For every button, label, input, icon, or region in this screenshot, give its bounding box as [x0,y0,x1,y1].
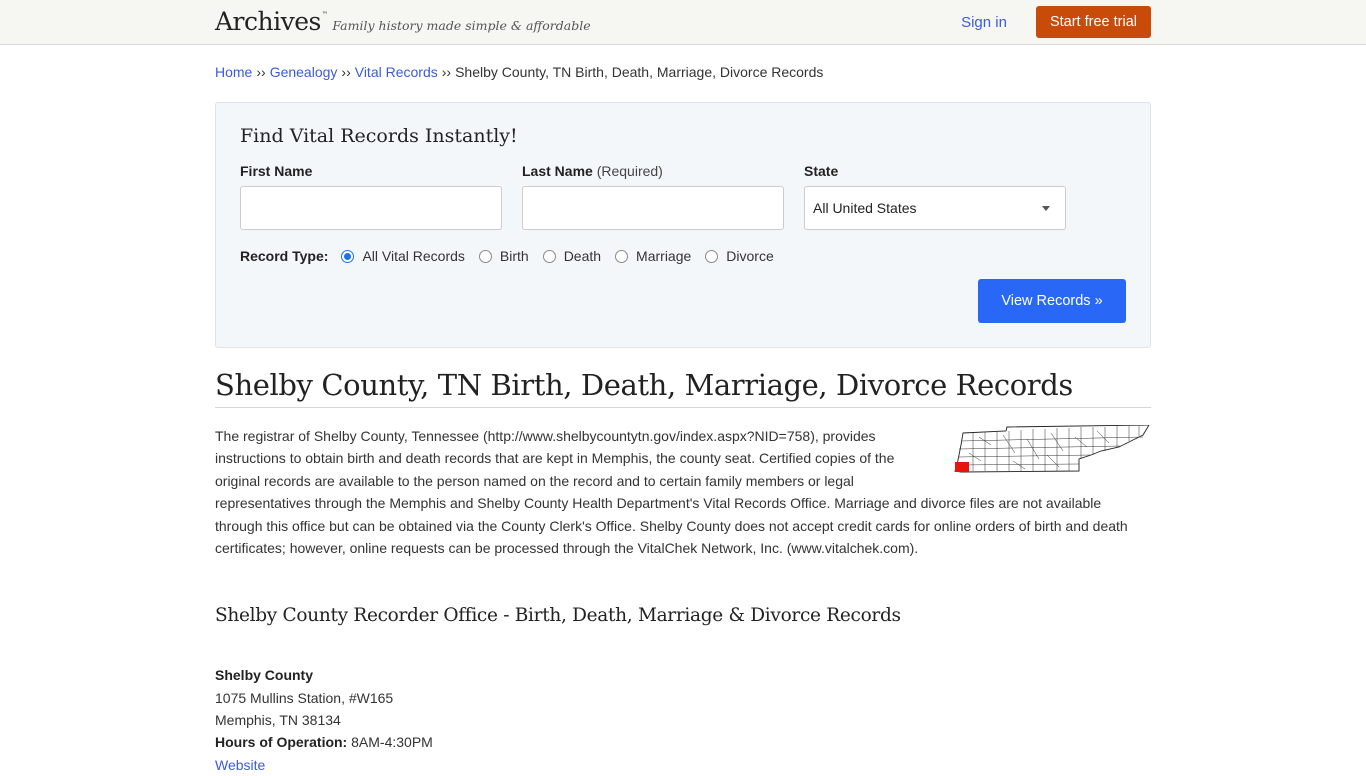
hours-label: Hours of Operation: [215,734,348,751]
radio-birth[interactable]: Birth [478,248,529,264]
section-title: Shelby County Recorder Office - Birth, D… [215,605,901,627]
chevron-down-icon [1042,205,1050,211]
radio-all-vital-records[interactable]: All Vital Records [341,248,465,264]
office-details: Shelby County 1075 Mullins Station, #W16… [215,664,1151,775]
trademark: ™ [321,10,328,18]
state-selected-value: All United States [813,200,917,216]
start-free-trial-button[interactable]: Start free trial [1035,6,1151,38]
first-name-label-text: First Name [240,163,313,179]
last-name-label-text: Last Name [522,163,593,179]
radio-marriage[interactable]: Marriage [615,248,691,264]
radio-label: Divorce [726,248,774,264]
radio-button[interactable] [705,249,719,263]
radio-button[interactable] [615,249,629,263]
radio-button[interactable] [542,249,556,263]
radio-button-checked[interactable] [341,249,355,263]
state-label: State [804,163,1066,179]
view-records-button[interactable]: View Records » [978,279,1126,323]
search-panel: Find Vital Records Instantly! First Name… [215,102,1151,348]
breadcrumb-current: Shelby County, TN Birth, Death, Marriage… [455,64,824,80]
radio-label: Marriage [636,248,692,264]
nav-actions: Sign in Start free trial [961,6,1151,38]
state-group: State All United States [804,163,1066,230]
breadcrumb-home[interactable]: Home [215,64,252,80]
first-name-label: First Name [240,163,502,179]
radio-label: Birth [499,248,529,264]
radio-button[interactable] [478,249,492,263]
breadcrumb: Home ›› Genealogy ›› Vital Records ›› Shelby C… [215,64,1151,80]
sign-in-link[interactable]: Sign in [961,14,1007,31]
last-name-group: Last Name (Required) [522,163,784,230]
first-name-input[interactable] [240,186,502,230]
radio-label: All Vital Records [362,248,465,264]
required-note: (Required) [596,163,663,179]
search-fields: First Name Last Name (Required) State Al… [240,163,1126,230]
radio-label: Death [563,248,602,264]
office-address-line2: Memphis, TN 38134 [215,712,341,729]
office-website-link[interactable]: Website [215,757,265,773]
main-container: Home ›› Genealogy ›› Vital Records ›› Shelby C… [215,64,1151,776]
tagline: Family history made simple & affordable [332,17,591,33]
record-type-label: Record Type: [240,248,329,264]
breadcrumb-genealogy[interactable]: Genealogy [270,64,338,80]
brand[interactable]: Archives™ Family history made simple & a… [215,6,591,36]
first-name-group: First Name [240,163,502,230]
state-select[interactable]: All United States [804,186,1066,230]
breadcrumb-separator: ›› [341,64,351,80]
hours-value: 8AM-4:30PM [351,734,433,751]
logo-text: Archives [215,6,321,36]
intro-paragraph: The registrar of Shelby County, Tennesse… [215,425,1151,559]
office-hours: Hours of Operation: 8AM-4:30PM [215,731,1151,753]
office-name: Shelby County [215,667,314,684]
search-title: Find Vital Records Instantly! [240,125,518,147]
page-title: Shelby County, TN Birth, Death, Marriage… [215,368,1151,408]
breadcrumb-separator: ›› [441,64,452,80]
tennessee-map-icon [954,425,1150,473]
office-address-line1: 1075 Mullins Station, #W165 [215,689,394,706]
breadcrumb-vital-records[interactable]: Vital Records [355,64,438,80]
last-name-input[interactable] [522,186,784,230]
state-label-text: State [804,163,839,179]
record-type-group: Record Type: All Vital Records Birth Dea… [240,248,1126,264]
radio-divorce[interactable]: Divorce [705,248,774,264]
last-name-label: Last Name (Required) [522,163,784,179]
top-navbar: Archives™ Family history made simple & a… [0,0,1366,45]
logo[interactable]: Archives™ [215,6,328,36]
radio-death[interactable]: Death [542,248,602,264]
breadcrumb-separator: ›› [256,64,266,80]
